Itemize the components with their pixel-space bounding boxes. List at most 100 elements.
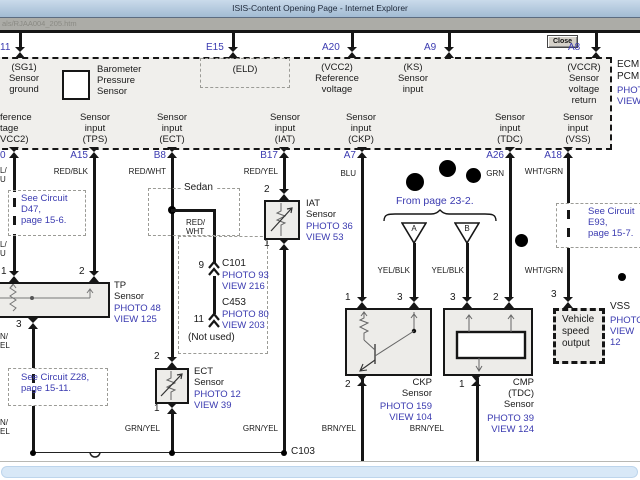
wire-color-yel-blk-a: YEL/BLK [368,266,410,275]
terminal-icon [279,189,289,200]
pin-label-11: 11 [0,42,10,53]
pickup-coil-symbol [445,310,530,373]
ecm-fn-eld: (ELD) [200,64,290,75]
c101-view-link[interactable]: VIEW 216 [222,281,265,292]
ecm-fn-vss: Sensor input (VSS) [555,112,601,145]
ect-view-link[interactable]: VIEW 39 [194,400,232,411]
terminal-icon [167,403,177,414]
potentiometer-symbol [0,284,107,315]
ecm-name-line1: ECM [617,59,639,71]
content-bottom-divider [0,461,640,462]
triangle-connector-a: A [401,222,427,244]
vss-photo-link[interactable]: PHOTO [610,315,640,326]
ect-terminal-1: 1 [154,403,160,414]
ckp-sensor-name: CKP Sensor [356,377,432,399]
iat-photo-link[interactable]: PHOTO 36 [306,221,353,232]
barometer-sensor-box [62,70,90,100]
pin-label-a7: A7 [332,150,356,161]
ecm-view-link[interactable]: VIEW [617,96,640,107]
wire [93,158,96,272]
terminal-icon [89,271,99,282]
triangle-a-letter: A [401,224,427,233]
vss-view-link[interactable]: VIEW 12 [610,326,640,348]
iat-terminal-1: 1 [264,238,270,249]
from-page-link[interactable]: From page 23-2. [396,195,474,207]
terminal-icon [228,47,238,58]
wire-color-grn-yel1: GRN/YEL [116,424,160,433]
ckp-sensor-box [345,308,432,376]
ect-sensor-name: ECT Sensor [194,366,224,388]
cmp-photo-link[interactable]: PHOTO 39 [458,413,534,424]
tp-sensor-name: TP Sensor [114,280,144,302]
terminal-icon [505,147,515,158]
terminal-icon [15,47,25,58]
iat-sensor-name: IAT Sensor [306,198,336,220]
wire [171,412,174,452]
terminal-icon [28,318,38,329]
address-bar[interactable]: als/RJAA004_205.htm [0,18,640,33]
wire [283,250,286,453]
see-circuit-z28-link[interactable]: See Circuit Z28, page 15-11. [21,372,107,394]
transistor-symbol [347,310,429,373]
ecm-fn-baro: Barometer Pressure Sensor [97,64,157,97]
terminal-icon [444,47,454,58]
iat-sensor-box [264,200,300,240]
tp-terminal-3: 3 [16,319,22,330]
tp-view-link[interactable]: VIEW 125 [114,314,157,325]
pin-label-0: 0 [0,150,6,161]
wire [567,248,570,297]
wire [13,158,16,192]
tp-photo-link[interactable]: PHOTO 48 [114,303,161,314]
ecm-fn-iat: Sensor input (IAT) [262,112,308,145]
wire [413,243,416,298]
c101-photo-link[interactable]: PHOTO 93 [222,270,269,281]
cmp-sensor-box [443,308,533,376]
title-bar[interactable]: ISIS-Content Opening Page - Internet Exp… [0,0,640,18]
ecm-fn-ect: Sensor input (ECT) [149,112,195,145]
ink-dot [515,234,528,247]
wire-color-cut-top: L/ U [0,166,7,184]
terminal-icon [504,297,514,308]
c453-view-link[interactable]: VIEW 203 [222,320,265,331]
terminal-icon [563,297,573,308]
address-text: als/RJAA004_205.htm [2,19,77,28]
ink-dot [466,168,481,183]
terminal-icon [591,47,601,58]
c453-name: C453 [222,297,246,309]
wire-color-grn-yel2: GRN/YEL [234,424,278,433]
wire-color-wht-grn2: WHT/GRN [520,266,563,275]
triangle-b-letter: B [454,224,480,233]
wire-color-yel-blk-b: YEL/BLK [422,266,464,275]
terminal-icon [409,297,419,308]
ckp-terminal-1: 1 [345,292,351,303]
ecm-fn-ref-cut: ference tage VCC2) [0,112,38,145]
vss-terminal-3: 3 [551,289,557,300]
pin-label-e15: E15 [206,42,224,53]
ecm-fn-tps: Sensor input (TPS) [72,112,118,145]
terminal-icon [279,147,289,158]
ecm-photo-link[interactable]: PHOTO [617,85,640,96]
wire [509,158,512,298]
bottom-scroll-bar[interactable] [1,466,638,478]
ckp-view-link[interactable]: VIEW 104 [356,412,432,423]
vehicle-speed-output-box: Vehicle speed output [553,308,605,364]
cmp-view-link[interactable]: VIEW 124 [458,424,534,435]
terminal-icon [167,357,177,368]
wire [361,158,364,298]
pin-label-a9: A9 [424,42,436,53]
iat-view-link[interactable]: VIEW 53 [306,232,344,243]
see-circuit-d47-link[interactable]: See Circuit D47, page 15-6. [21,193,83,226]
triangle-connector-b: B [454,222,480,244]
cmp-terminal-3: 3 [450,292,456,303]
ect-photo-link[interactable]: PHOTO 12 [194,389,241,400]
ckp-photo-link[interactable]: PHOTO 159 [356,401,432,412]
c453-photo-link[interactable]: PHOTO 80 [222,309,269,320]
see-circuit-e93-link[interactable]: See Circuit E93, page 15-7. [588,206,640,239]
terminal-icon [357,147,367,158]
ect-terminal-2: 2 [154,351,160,362]
wire [19,33,22,48]
thermistor-symbol [266,202,297,237]
ecm-fn-ckp: Sensor input (CKP) [338,112,384,145]
ink-dot [618,273,626,281]
ecm-fn-vccr: (VCCR) Sensor voltage return [558,62,610,106]
